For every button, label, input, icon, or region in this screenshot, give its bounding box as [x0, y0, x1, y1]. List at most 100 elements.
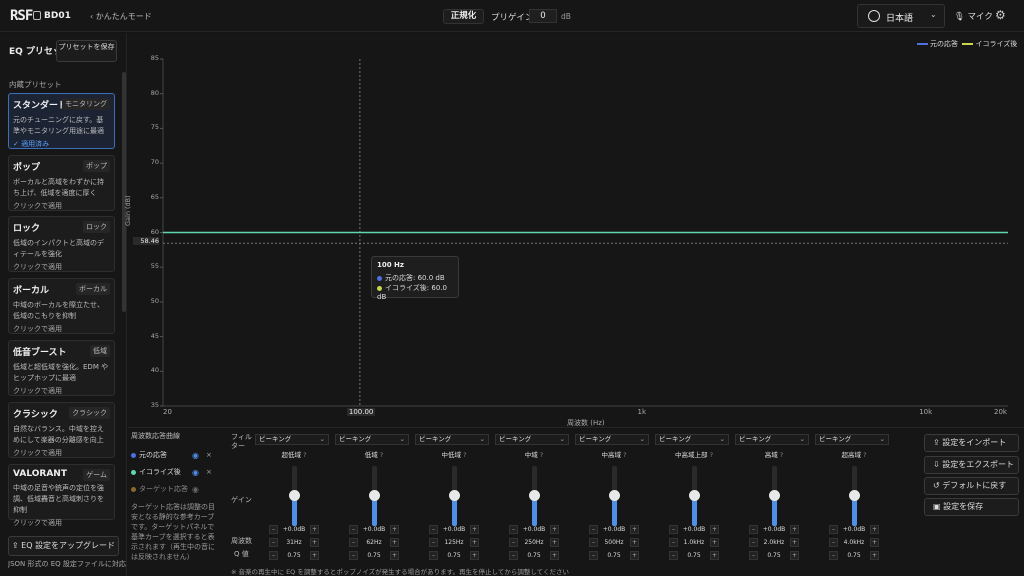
filter-select[interactable]: ピーキング ⌄: [255, 434, 329, 445]
filter-select[interactable]: ピーキング ⌄: [815, 434, 889, 445]
decrement-button: –: [429, 550, 438, 560]
eq-band: ピーキング ⌄ 中高域 ? – +0.0dB + –500Hz + –0.75 +: [575, 434, 653, 564]
gain-stepper[interactable]: – +0.0dB +: [269, 524, 319, 534]
help-icon: ?: [779, 451, 784, 459]
help-icon: ?: [463, 451, 467, 459]
gain-stepper[interactable]: – +0.0dB +: [749, 524, 799, 534]
close-icon[interactable]: ×: [206, 447, 212, 464]
filter-select[interactable]: ピーキング ⌄: [655, 434, 729, 445]
q-stepper[interactable]: –0.75 +: [829, 550, 879, 560]
eye-icon[interactable]: ◉: [192, 464, 199, 481]
x-tick-label: 1k: [637, 408, 647, 416]
band-name: 中高域上部 ?: [674, 451, 714, 459]
freq-stepper[interactable]: –2.0kHz +: [749, 537, 799, 547]
filter-select[interactable]: ピーキング ⌄: [335, 434, 409, 445]
curve-panel: 周波数応答曲線 元の応答 ◉ × イコライズ後 ◉ × ターゲット応答 ◉ ターゲット応答…: [131, 431, 219, 562]
slider-knob[interactable]: [609, 490, 620, 501]
chevron-down-icon: ⌄: [399, 435, 405, 443]
gain-slider[interactable]: [609, 466, 620, 526]
import-settings-button[interactable]: ⇪ 設定をインポート: [924, 434, 1019, 452]
slider-knob[interactable]: [449, 490, 460, 501]
slider-knob[interactable]: [769, 490, 780, 501]
slider-knob[interactable]: [529, 490, 540, 501]
pop-noise-warning: ※ 音楽の再生中に EQ を調整するとポップノイズが発生する場合があります。再生…: [231, 568, 569, 576]
freq-stepper[interactable]: –1.0kHz +: [669, 537, 719, 547]
freq-stepper[interactable]: –500Hz +: [589, 537, 639, 547]
gain-stepper[interactable]: – +0.0dB +: [349, 524, 399, 534]
q-stepper[interactable]: –0.75 +: [429, 550, 479, 560]
reset-default-button[interactable]: ↺ デフォルトに戻す: [924, 477, 1019, 495]
eye-icon[interactable]: ◉: [192, 447, 199, 464]
gain-stepper[interactable]: – +0.0dB +: [589, 524, 639, 534]
decrement-button: –: [509, 524, 518, 534]
y-marker-label: 58.46: [133, 237, 159, 246]
freq-stepper[interactable]: –250Hz +: [509, 537, 559, 547]
q-stepper[interactable]: –0.75 +: [749, 550, 799, 560]
increment-button: +: [470, 537, 479, 547]
freq-stepper[interactable]: –31Hz +: [269, 537, 319, 547]
y-tick-label: 80: [150, 88, 159, 97]
close-icon[interactable]: ×: [206, 464, 212, 481]
increment-button: +: [870, 550, 879, 560]
help-icon: ?: [863, 451, 867, 459]
save-settings-button[interactable]: ▣ 設定を保存: [924, 498, 1019, 516]
filter-select[interactable]: ピーキング ⌄: [415, 434, 489, 445]
slider-knob[interactable]: [369, 490, 380, 501]
gain-slider[interactable]: [529, 466, 540, 526]
band-name: 超低域 ?: [281, 451, 307, 459]
curve-equalized[interactable]: イコライズ後 ◉ ×: [131, 464, 219, 481]
gain-slider[interactable]: [449, 466, 460, 526]
band-name: 中高域 ?: [601, 451, 627, 459]
x-tick-label: 20k: [994, 408, 1007, 416]
freq-label: 周波数: [231, 537, 252, 545]
slider-knob[interactable]: [289, 490, 300, 501]
increment-button: +: [710, 524, 719, 534]
gain-label: ゲイン: [231, 496, 252, 504]
increment-button: +: [630, 524, 639, 534]
eye-off-icon[interactable]: ◉: [192, 481, 199, 498]
gain-slider[interactable]: [769, 466, 780, 526]
gain-slider[interactable]: [689, 466, 700, 526]
q-stepper[interactable]: –0.75 +: [669, 550, 719, 560]
q-stepper[interactable]: –0.75 +: [589, 550, 639, 560]
tooltip-title: 100 Hz: [377, 261, 404, 269]
x-tick-label: 20: [163, 408, 172, 416]
filter-select[interactable]: ピーキング ⌄: [575, 434, 649, 445]
increment-button: +: [390, 524, 399, 534]
freq-stepper[interactable]: –125Hz +: [429, 537, 479, 547]
chevron-down-icon: ⌄: [719, 435, 725, 443]
help-icon: ?: [539, 451, 544, 459]
export-settings-button[interactable]: ⇩ 設定をエクスポート: [924, 456, 1019, 474]
gain-stepper[interactable]: – +0.0dB +: [829, 524, 879, 534]
gain-slider[interactable]: [289, 466, 300, 526]
gain-slider[interactable]: [849, 466, 860, 526]
chevron-down-icon: ⌄: [879, 435, 885, 443]
increment-button: +: [550, 537, 559, 547]
freq-stepper[interactable]: –62Hz +: [349, 537, 399, 547]
curve-original[interactable]: 元の応答 ◉ ×: [131, 447, 219, 464]
decrement-button: –: [589, 550, 598, 560]
slider-knob[interactable]: [849, 490, 860, 501]
slider-knob[interactable]: [689, 490, 700, 501]
gain-stepper[interactable]: – +0.0dB +: [509, 524, 559, 534]
y-tick-label: 45: [150, 331, 159, 340]
q-stepper[interactable]: –0.75 +: [509, 550, 559, 560]
freq-stepper[interactable]: –4.0kHz +: [829, 537, 879, 547]
decrement-button: –: [349, 537, 358, 547]
curve-target[interactable]: ターゲット応答 ◉: [131, 481, 219, 498]
filter-select[interactable]: ピーキング ⌄: [735, 434, 809, 445]
q-stepper[interactable]: –0.75 +: [349, 550, 399, 560]
q-stepper[interactable]: –0.75 +: [269, 550, 319, 560]
y-tick-label: 75: [150, 123, 159, 132]
increment-button: +: [710, 537, 719, 547]
gain-slider[interactable]: [369, 466, 380, 526]
increment-button: +: [470, 524, 479, 534]
filter-select[interactable]: ピーキング ⌄: [495, 434, 569, 445]
chevron-down-icon: ⌄: [559, 435, 565, 443]
increment-button: +: [310, 537, 319, 547]
gain-stepper[interactable]: – +0.0dB +: [429, 524, 479, 534]
increment-button: +: [550, 550, 559, 560]
gain-stepper[interactable]: – +0.0dB +: [669, 524, 719, 534]
x-tick-label: 10k: [919, 408, 933, 416]
chevron-down-icon: ⌄: [479, 435, 485, 443]
